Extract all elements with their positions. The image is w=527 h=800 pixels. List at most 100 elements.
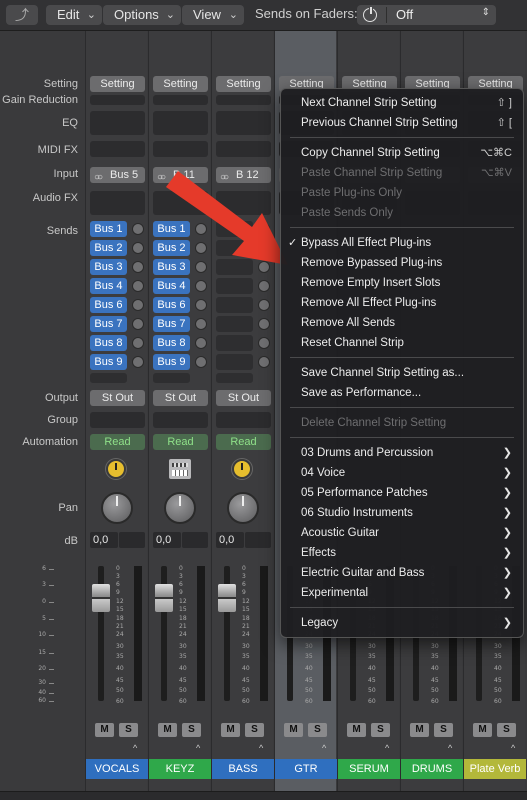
channel-name[interactable]: DRUMS xyxy=(401,759,463,779)
caret-up-icon[interactable]: ^ xyxy=(196,743,200,753)
menu-item[interactable]: Next Channel Strip Setting ⇧ ] xyxy=(281,94,523,113)
send-slot[interactable]: Bus 8 xyxy=(153,335,209,351)
options-menu-button[interactable]: Options ⌄ xyxy=(103,5,181,25)
mute-button[interactable]: M xyxy=(284,723,303,737)
send-slot[interactable] xyxy=(216,278,272,294)
send-level-knob[interactable] xyxy=(258,318,270,330)
menu-item[interactable]: Effects ❯ xyxy=(281,544,523,563)
automation-button[interactable]: Read xyxy=(216,434,271,450)
menu-item[interactable]: Legacy ❯ xyxy=(281,614,523,633)
menu-item[interactable]: Remove Bypassed Plug-ins xyxy=(281,254,523,273)
mute-button[interactable]: M xyxy=(221,723,240,737)
automation-button[interactable]: Read xyxy=(90,434,145,450)
menu-item[interactable]: Electric Guitar and Bass ❯ xyxy=(281,564,523,583)
caret-up-icon[interactable]: ^ xyxy=(385,743,389,753)
menu-item[interactable]: Save Channel Strip Setting as... xyxy=(281,364,523,383)
send-slot[interactable]: Bus 6 xyxy=(153,297,209,313)
empty-send-slot[interactable] xyxy=(216,373,253,383)
send-level-knob[interactable] xyxy=(132,280,144,292)
eq-display[interactable] xyxy=(90,111,145,135)
menu-item[interactable]: Acoustic Guitar ❯ xyxy=(281,524,523,543)
group-slot[interactable] xyxy=(153,412,208,428)
menu-item[interactable]: 06 Studio Instruments ❯ xyxy=(281,504,523,523)
solo-button[interactable]: S xyxy=(245,723,264,737)
channel-name[interactable]: VOCALS xyxy=(86,759,148,779)
automation-button[interactable]: Read xyxy=(153,434,208,450)
send-level-knob[interactable] xyxy=(195,356,207,368)
menu-item[interactable]: 03 Drums and Percussion ❯ xyxy=(281,444,523,463)
setting-button[interactable]: Setting xyxy=(216,76,271,92)
send-slot[interactable]: Bus 1 xyxy=(90,221,146,237)
send-level-knob[interactable] xyxy=(132,242,144,254)
send-slot[interactable]: Bus 3 xyxy=(90,259,146,275)
empty-send-slot[interactable] xyxy=(216,354,253,370)
pan-knob[interactable] xyxy=(227,492,259,524)
empty-send-slot[interactable] xyxy=(90,373,127,383)
send-button[interactable]: Bus 9 xyxy=(90,354,127,370)
fader-handle[interactable] xyxy=(155,584,173,612)
send-slot[interactable] xyxy=(216,335,272,351)
menu-item[interactable]: 05 Performance Patches ❯ xyxy=(281,484,523,503)
mute-button[interactable]: M xyxy=(347,723,366,737)
fader-handle[interactable] xyxy=(92,584,110,612)
menu-item[interactable]: Remove All Sends xyxy=(281,314,523,333)
edit-menu-button[interactable]: Edit ⌄ xyxy=(46,5,102,25)
send-slot[interactable]: Bus 7 xyxy=(90,316,146,332)
tuner-knob-icon[interactable] xyxy=(232,459,254,481)
tuner-knob-icon[interactable] xyxy=(106,459,128,481)
send-button[interactable]: Bus 7 xyxy=(153,316,190,332)
send-level-knob[interactable] xyxy=(132,356,144,368)
empty-send-slot[interactable] xyxy=(216,335,253,351)
midi-fx-slot[interactable] xyxy=(216,141,271,157)
menu-item[interactable]: Remove All Effect Plug-ins xyxy=(281,294,523,313)
solo-button[interactable]: S xyxy=(371,723,390,737)
send-button[interactable]: Bus 2 xyxy=(90,240,127,256)
mute-button[interactable]: M xyxy=(95,723,114,737)
send-level-knob[interactable] xyxy=(132,318,144,330)
volume-fader[interactable]: 0369 1215 182124 30 35 40 45 50 60 xyxy=(216,566,272,705)
send-button[interactable]: Bus 9 xyxy=(153,354,190,370)
power-icon[interactable] xyxy=(363,6,377,22)
send-slot[interactable]: Bus 4 xyxy=(90,278,146,294)
caret-up-icon[interactable]: ^ xyxy=(259,743,263,753)
menu-item[interactable]: Previous Channel Strip Setting ⇧ [ xyxy=(281,114,523,133)
send-slot[interactable]: Bus 2 xyxy=(90,240,146,256)
menu-item[interactable]: ✓ Bypass All Effect Plug-ins xyxy=(281,234,523,253)
eq-display[interactable] xyxy=(153,111,208,135)
solo-button[interactable]: S xyxy=(119,723,138,737)
channel-strip-1[interactable]: Setting ○○ B 11 Bus 1 Bus 2 Bus 3 Bus 4 Bus 6 Bu… xyxy=(148,31,211,791)
send-button[interactable]: Bus 1 xyxy=(90,221,127,237)
input-button[interactable]: ○○ Bus 5 xyxy=(90,167,145,183)
solo-button[interactable]: S xyxy=(182,723,201,737)
midi-fx-slot[interactable] xyxy=(90,141,145,157)
send-level-knob[interactable] xyxy=(132,337,144,349)
send-button[interactable]: Bus 6 xyxy=(153,297,190,313)
solo-button[interactable]: S xyxy=(497,723,516,737)
output-button[interactable]: St Out xyxy=(90,390,145,406)
channel-name[interactable]: Plate Verb xyxy=(464,759,526,779)
send-button[interactable]: Bus 4 xyxy=(153,278,190,294)
menu-item[interactable]: 04 Voice ❯ xyxy=(281,464,523,483)
view-menu-button[interactable]: View ⌄ xyxy=(182,5,244,25)
send-button[interactable]: Bus 6 xyxy=(90,297,127,313)
channel-name[interactable]: BASS xyxy=(212,759,274,779)
send-slot[interactable] xyxy=(216,316,272,332)
group-slot[interactable] xyxy=(90,412,145,428)
group-slot[interactable] xyxy=(216,412,271,428)
caret-up-icon[interactable]: ^ xyxy=(511,743,515,753)
send-level-knob[interactable] xyxy=(258,280,270,292)
send-slot[interactable]: Bus 6 xyxy=(90,297,146,313)
send-level-knob[interactable] xyxy=(195,299,207,311)
menu-item[interactable]: Experimental ❯ xyxy=(281,584,523,603)
empty-send-slot[interactable] xyxy=(216,316,253,332)
send-slot[interactable] xyxy=(216,354,272,370)
pan-knob[interactable] xyxy=(164,492,196,524)
send-slot[interactable]: Bus 7 xyxy=(153,316,209,332)
output-button[interactable]: St Out xyxy=(216,390,271,406)
send-button[interactable]: Bus 7 xyxy=(90,316,127,332)
send-level-knob[interactable] xyxy=(258,356,270,368)
send-slot[interactable]: Bus 9 xyxy=(90,354,146,370)
channel-strip-0[interactable]: Setting ○○ Bus 5 Bus 1 Bus 2 Bus 3 Bus 4 Bus 6 B… xyxy=(85,31,148,791)
back-arrow-icon[interactable]: ⤴ xyxy=(6,5,38,25)
menu-item[interactable]: Save as Performance... xyxy=(281,384,523,403)
